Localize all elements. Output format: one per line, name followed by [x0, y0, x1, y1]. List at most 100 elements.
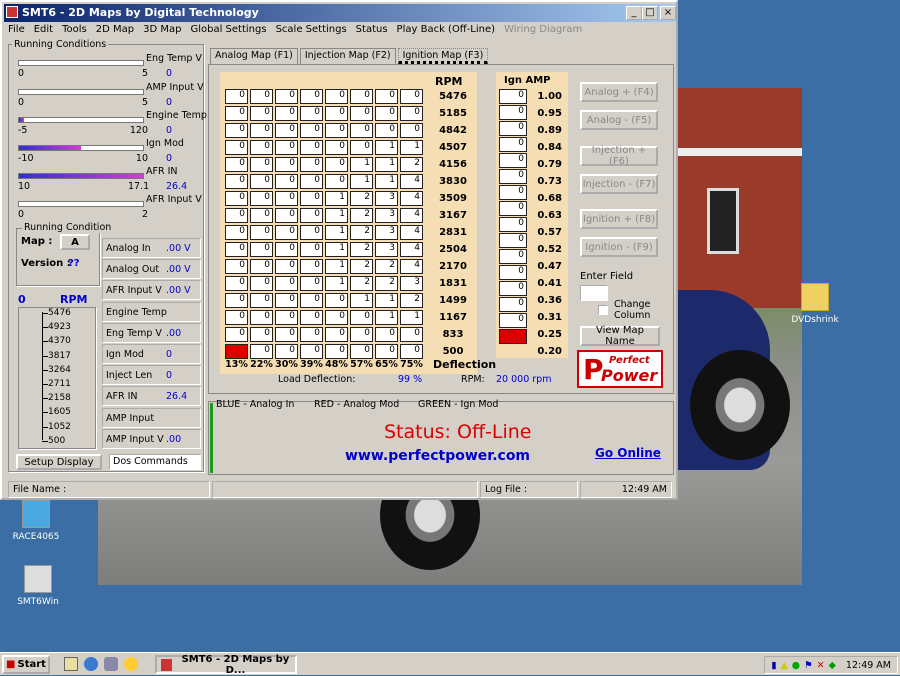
map-cell[interactable]: 0 [400, 327, 423, 342]
map-cell[interactable]: 0 [225, 191, 248, 206]
map-cell[interactable]: 0 [375, 106, 398, 121]
map-cell[interactable]: 1 [325, 208, 348, 223]
map-cell[interactable]: 0 [225, 276, 248, 291]
website-link[interactable]: www.perfectpower.com [345, 448, 530, 464]
map-cell[interactable]: 0 [275, 89, 298, 104]
map-cell[interactable]: 0 [225, 106, 248, 121]
map-cell[interactable]: 0 [225, 174, 248, 189]
map-cell[interactable]: 1 [375, 157, 398, 172]
taskbar-app-button[interactable]: SMT6 - 2D Maps by D... [155, 654, 297, 676]
map-cell[interactable]: 4 [400, 208, 423, 223]
map-cell[interactable]: 0 [275, 140, 298, 155]
map-cell[interactable]: 0 [300, 310, 323, 325]
map-cell[interactable]: 0 [350, 327, 373, 342]
map-cell[interactable]: 0 [300, 259, 323, 274]
map-cell[interactable]: 2 [350, 191, 373, 206]
map-cell[interactable]: 1 [325, 191, 348, 206]
menu-edit[interactable]: Edit [34, 24, 53, 38]
title-bar[interactable]: SMT6 - 2D Maps by Digital Technology [4, 4, 676, 22]
map-cell[interactable]: 0 [250, 344, 273, 359]
map-cell[interactable]: 0 [250, 89, 273, 104]
map-cell[interactable]: 0 [350, 310, 373, 325]
menu-scale-settings[interactable]: Scale Settings [276, 24, 347, 38]
map-cell[interactable]: 0 [375, 123, 398, 138]
outlook-icon[interactable] [104, 657, 118, 671]
map-cell[interactable]: 2 [350, 225, 373, 240]
maximize-button[interactable]: □ [642, 6, 658, 20]
map-cell[interactable]: 0 [350, 123, 373, 138]
map-cell[interactable]: 0 [225, 242, 248, 257]
map-cell[interactable]: 3 [375, 208, 398, 223]
tab-ignition-map[interactable]: Ignition Map (F3) [397, 48, 489, 64]
map-cell[interactable]: 0 [350, 140, 373, 155]
map-cell[interactable]: 1 [400, 140, 423, 155]
map-cell[interactable]: 1 [350, 293, 373, 308]
map-cell[interactable]: 2 [350, 208, 373, 223]
map-cell[interactable]: 0 [325, 293, 348, 308]
map-cell[interactable]: 3 [375, 242, 398, 257]
map-cell[interactable]: 0 [325, 157, 348, 172]
map-cell[interactable]: 0 [300, 225, 323, 240]
map-cell[interactable]: 1 [400, 310, 423, 325]
map-cell[interactable]: 0 [250, 140, 273, 155]
map-cell[interactable]: 2 [400, 157, 423, 172]
change-column-checkbox[interactable] [598, 305, 608, 315]
amp-cell[interactable]: 0 [499, 121, 527, 136]
map-cell[interactable]: 0 [350, 106, 373, 121]
map-cell[interactable]: 1 [325, 259, 348, 274]
map-cell[interactable]: 0 [250, 123, 273, 138]
amp-cell[interactable]: 0 [499, 169, 527, 184]
map-cell[interactable]: 0 [375, 327, 398, 342]
menu-file[interactable]: File [8, 24, 25, 38]
desktop-icon-dvdshrink[interactable]: DVDshrink [775, 283, 855, 325]
map-cell[interactable]: 0 [300, 276, 323, 291]
map-cell[interactable]: 0 [250, 276, 273, 291]
map-cell[interactable]: 0 [250, 327, 273, 342]
map-cell[interactable]: 2 [350, 276, 373, 291]
map-cell[interactable]: 0 [300, 140, 323, 155]
amp-cell[interactable]: 0 [499, 313, 527, 328]
security-icon[interactable]: ◆ [829, 660, 836, 671]
map-cell[interactable]: 0 [300, 89, 323, 104]
map-cell[interactable]: 0 [225, 208, 248, 223]
map-cell[interactable]: 0 [275, 293, 298, 308]
tray-icon[interactable]: ● [792, 660, 800, 671]
amp-cell[interactable]: 0 [499, 233, 527, 248]
map-cell[interactable]: 1 [325, 242, 348, 257]
map-cell[interactable]: 4 [400, 191, 423, 206]
map-cell[interactable]: 0 [325, 174, 348, 189]
menu-3dmap[interactable]: 3D Map [143, 24, 181, 38]
start-button[interactable]: ■ Start [2, 655, 50, 674]
menu-playback[interactable]: Play Back (Off-Line) [397, 24, 496, 38]
map-cell[interactable]: 0 [400, 123, 423, 138]
antivirus-icon[interactable]: ✕ [817, 660, 825, 671]
map-cell[interactable]: 0 [275, 106, 298, 121]
map-cell[interactable]: 0 [300, 208, 323, 223]
map-cell[interactable]: 0 [300, 174, 323, 189]
map-cell[interactable]: 1 [350, 157, 373, 172]
map-cell[interactable]: 4 [400, 242, 423, 257]
map-cell[interactable]: 1 [375, 293, 398, 308]
map-cell[interactable]: 0 [225, 293, 248, 308]
map-cell[interactable]: 0 [225, 157, 248, 172]
map-cell[interactable]: 1 [225, 344, 248, 359]
map-cell[interactable]: 3 [375, 225, 398, 240]
map-cell[interactable]: 0 [300, 191, 323, 206]
amp-cell[interactable]: 0 [499, 105, 527, 120]
media-player-icon[interactable] [124, 657, 138, 671]
amp-cell[interactable]: 0 [499, 217, 527, 232]
map-cell[interactable]: 0 [300, 123, 323, 138]
map-cell[interactable]: 0 [275, 191, 298, 206]
analog-plus-button[interactable]: Analog + (F4) [580, 82, 658, 102]
menu-tools[interactable]: Tools [62, 24, 87, 38]
menu-status[interactable]: Status [356, 24, 388, 38]
tab-injection-map[interactable]: Injection Map (F2) [299, 48, 396, 64]
map-cell[interactable]: 0 [400, 106, 423, 121]
go-online-link[interactable]: Go Online [595, 446, 661, 460]
desktop-icon-smt6win[interactable]: SMT6Win [0, 565, 78, 607]
amp-cell[interactable]: 0 [499, 185, 527, 200]
map-cell[interactable]: 0 [275, 259, 298, 274]
amp-cell[interactable]: 0 [499, 153, 527, 168]
map-cell[interactable]: 0 [325, 310, 348, 325]
map-cell[interactable]: 0 [275, 327, 298, 342]
